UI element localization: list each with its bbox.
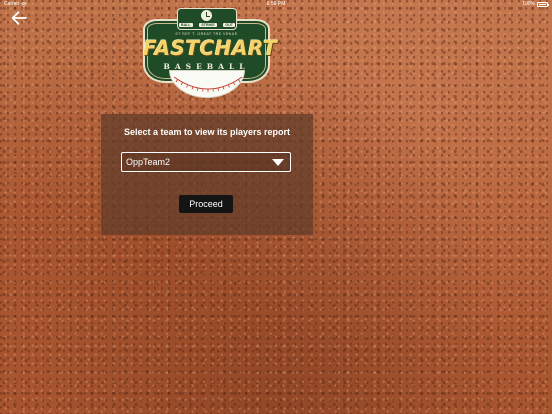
logo-counts: BALL STRIKE OUT [179,23,235,27]
logo-subtitle: BASEBALL [163,62,250,71]
arrow-left-icon [11,11,27,25]
baseball-icon [169,70,245,98]
panel-title: Select a team to view its players report [123,127,291,137]
battery-icon [537,2,549,7]
team-select-value: OppTeam2 [126,157,171,167]
logo-title: FASTCHART [143,36,278,60]
back-button[interactable] [10,10,28,26]
status-bar: Carrier 6:56 PM 100% [0,0,552,9]
logo-count-strike: STRIKE [199,23,217,27]
team-report-panel: Select a team to view its players report… [101,114,313,235]
clock-icon [200,9,213,22]
fastchart-logo: BALL STRIKE OUT ST REF T. GREAT TRE VENU… [143,8,278,98]
status-time: 6:56 PM [266,1,286,7]
triangle-down-icon [272,159,284,166]
status-right: 100% [522,0,549,9]
logo-count-out: OUT [223,23,235,27]
logo-count-ball: BALL [179,23,193,27]
proceed-button[interactable]: Proceed [179,195,233,213]
team-select[interactable]: OppTeam2 [121,152,291,172]
battery-percent: 100% [522,1,535,7]
